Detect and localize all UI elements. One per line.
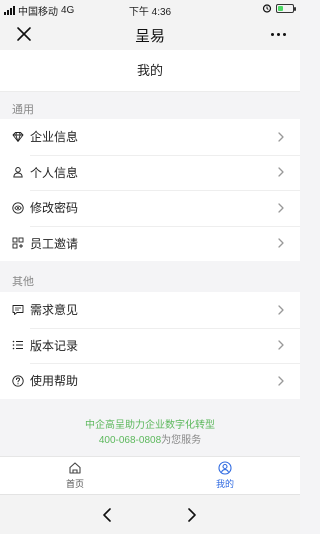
- status-right: [262, 3, 296, 13]
- forward-icon[interactable]: [183, 507, 199, 523]
- menu-item-label: 员工邀请: [30, 236, 79, 251]
- menu-item-label: 需求意见: [30, 303, 79, 318]
- status-bar: 中国移动 4G 下午 4:36: [0, 0, 300, 18]
- chevron-right-icon: [278, 305, 284, 315]
- footer-phone[interactable]: 400-068-0808: [99, 435, 161, 446]
- menu-item-personal-info[interactable]: 个人信息: [0, 154, 300, 191]
- more-icon[interactable]: [268, 27, 288, 41]
- menu-item-change-password[interactable]: 修改密码: [0, 190, 300, 226]
- chevron-right-icon: [278, 376, 284, 386]
- home-icon: [69, 462, 81, 474]
- user-icon: [218, 461, 232, 475]
- message-icon: [12, 304, 24, 316]
- person-icon: [12, 166, 24, 178]
- tab-label: 我的: [215, 479, 234, 489]
- footer-contact: 400-068-0808为您服务: [0, 433, 300, 448]
- grid-icon: [12, 237, 24, 249]
- back-icon[interactable]: [100, 507, 116, 523]
- chevron-right-icon: [278, 167, 284, 177]
- menu-item-help[interactable]: 使用帮助: [0, 363, 300, 399]
- tab-home[interactable]: 首页: [0, 457, 150, 494]
- chevron-right-icon: [278, 238, 284, 248]
- menu-item-label: 修改密码: [30, 201, 79, 216]
- page-title: 我的: [0, 50, 300, 92]
- battery-icon: [276, 3, 296, 13]
- help-icon: [12, 375, 24, 387]
- chevron-right-icon: [278, 340, 284, 350]
- menu-item-staff-invite[interactable]: 员工邀请: [0, 225, 300, 262]
- battery-fill: [278, 5, 283, 11]
- list-icon: [12, 339, 24, 351]
- browser-toolbar: [0, 494, 300, 534]
- chevron-right-icon: [278, 203, 284, 213]
- settings-group-other: 需求意见 版本记录 使用帮助: [0, 292, 300, 399]
- status-time: 下午 4:36: [128, 7, 172, 18]
- close-icon[interactable]: [14, 24, 34, 44]
- nav-bar: 呈易: [0, 18, 300, 50]
- chevron-right-icon: [278, 132, 284, 142]
- menu-item-company-info[interactable]: 企业信息: [0, 119, 300, 155]
- tab-label: 首页: [65, 479, 84, 489]
- section-label-general: 通用: [12, 104, 34, 116]
- menu-item-version-history[interactable]: 版本记录: [0, 327, 300, 364]
- footer-slogan: 中企高呈助力企业数字化转型: [85, 420, 215, 431]
- diamond-icon: [12, 131, 24, 143]
- settings-group-general: 企业信息 个人信息 修改密码 员工邀请: [0, 119, 300, 261]
- eye-icon: [12, 202, 24, 214]
- tab-bar: 首页 我的: [0, 456, 300, 494]
- nav-title: 呈易: [134, 28, 165, 45]
- footer-info: 中企高呈助力企业数字化转型 400-068-0808为您服务: [0, 418, 300, 448]
- menu-item-label: 版本记录: [30, 338, 79, 353]
- menu-item-label: 个人信息: [30, 165, 79, 180]
- section-label-other: 其他: [12, 276, 34, 288]
- alarm-icon: [262, 4, 272, 13]
- menu-item-label: 企业信息: [30, 130, 79, 145]
- menu-item-label: 使用帮助: [30, 374, 79, 389]
- menu-item-feedback[interactable]: 需求意见: [0, 292, 300, 328]
- footer-phone-suffix: 为您服务: [161, 435, 202, 446]
- tab-mine[interactable]: 我的: [150, 457, 300, 494]
